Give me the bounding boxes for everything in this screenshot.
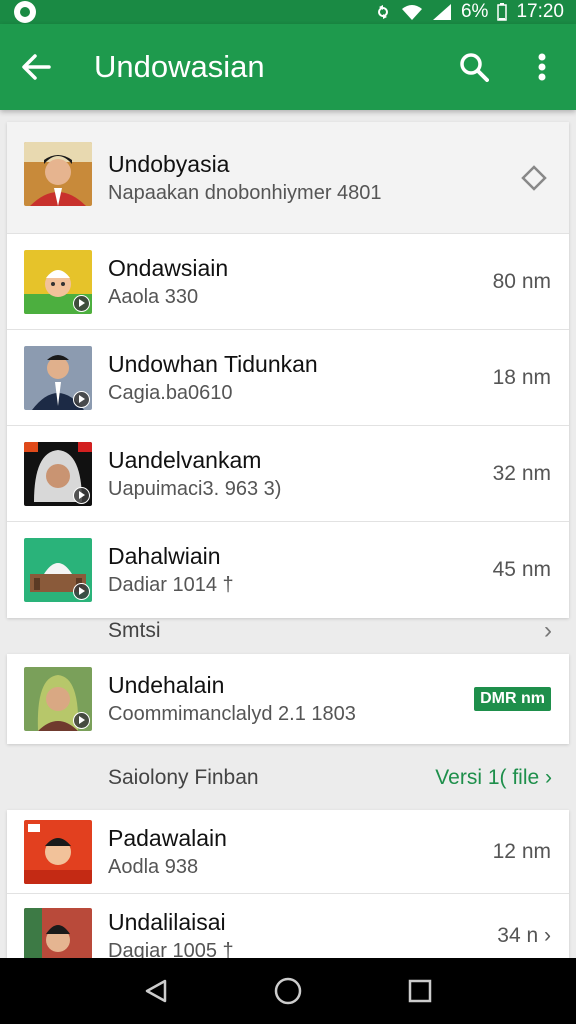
nav-back-icon xyxy=(145,979,167,1003)
diamond-icon[interactable] xyxy=(521,164,547,191)
search-icon xyxy=(460,53,489,82)
bottom-card: Padawalain Aodla 938 12 nm Undalilaisai … xyxy=(7,810,569,958)
item-distance: 45 nm xyxy=(492,558,551,581)
item-title: Undowhan Tidunkan xyxy=(108,350,318,377)
system-navigation-bar xyxy=(0,958,576,1024)
list-item[interactable]: Ondawsiain Aaola 330 80 nm xyxy=(7,234,569,330)
item-distance: 34 n › xyxy=(497,924,551,947)
header-title: Undobyasia xyxy=(108,150,230,177)
item-title: Dahalwiain xyxy=(108,543,221,569)
list-item[interactable]: Undalilaisai Daqiar 1005 † 34 n › xyxy=(7,894,569,958)
section-link[interactable]: Versi 1( file › xyxy=(435,766,552,790)
battery-level: 6% xyxy=(460,1,489,22)
play-badge-icon xyxy=(73,295,90,312)
list-item[interactable]: Undowhan Tidunkan Cagia.ba0610 18 nm xyxy=(7,330,569,426)
item-distance: 18 nm xyxy=(492,365,551,389)
header-thumbnail xyxy=(24,142,92,206)
back-button[interactable] xyxy=(0,24,72,110)
item-subtitle: Aodla 938 xyxy=(108,855,199,878)
item-distance: 80 nm xyxy=(492,269,551,293)
list-item[interactable]: Uandelvankam Uapuimaci3. 963 3) 32 nm xyxy=(7,426,569,522)
item-subtitle: Cagia.ba0610 xyxy=(108,381,233,404)
item-title: Undalilaisai xyxy=(108,909,226,935)
back-arrow-icon xyxy=(22,54,51,80)
play-badge-icon xyxy=(73,712,90,729)
wifi-icon xyxy=(401,5,422,20)
nav-recents-icon xyxy=(408,979,432,1003)
item-thumbnail xyxy=(24,346,92,410)
item-thumbnail xyxy=(24,250,92,314)
status-bar: 6% 17:20 xyxy=(0,0,576,24)
search-button[interactable] xyxy=(440,24,508,110)
section-title: Saiolony Finban xyxy=(108,766,259,789)
app-toolbar: Undowasian xyxy=(0,24,576,110)
list-item[interactable]: Dahalwiain Dadiar 1014 † 45 nm xyxy=(7,522,569,618)
item-distance: 12 nm xyxy=(492,839,551,863)
header-item[interactable]: Undobyasia Napaakan dnobonhiymer 4801 xyxy=(7,122,569,234)
item-thumbnail xyxy=(24,908,92,958)
nav-home-icon xyxy=(274,977,302,1005)
item-thumbnail xyxy=(24,820,92,884)
signal-icon xyxy=(432,4,451,20)
overflow-menu-button[interactable] xyxy=(508,24,576,110)
nav-home-button[interactable] xyxy=(256,958,320,1024)
play-badge-icon xyxy=(73,583,90,600)
item-thumbnail xyxy=(24,442,92,506)
nav-recents-button[interactable] xyxy=(388,958,452,1024)
section-header-smtsi[interactable]: Smtsi › xyxy=(0,606,576,656)
item-subtitle: Uapuimaci3. 963 3) xyxy=(108,477,282,500)
status-badge: DMR nm xyxy=(474,687,551,711)
list-item[interactable]: Padawalain Aodla 938 12 nm xyxy=(7,810,569,894)
item-title: Ondawsiain xyxy=(108,254,229,281)
app-notification-icon xyxy=(14,1,36,23)
header-subtitle: Napaakan dnobonhiymer 4801 xyxy=(108,181,382,204)
item-subtitle: Daqiar 1005 † xyxy=(108,940,234,958)
page-title: Undowasian xyxy=(94,49,265,84)
top-card: Undobyasia Napaakan dnobonhiymer 4801 On… xyxy=(7,122,569,618)
section-title: Smtsi xyxy=(108,619,161,642)
item-subtitle: Aaola 330 xyxy=(108,285,199,308)
item-title: Padawalain xyxy=(108,824,227,851)
item-thumbnail xyxy=(24,667,92,731)
more-vert-icon xyxy=(538,53,546,81)
item-title: Undehalain xyxy=(108,672,225,698)
play-badge-icon xyxy=(73,391,90,408)
play-badge-icon xyxy=(73,487,90,504)
nav-back-button[interactable] xyxy=(124,958,188,1024)
mid-card: Undehalain Coommimanclalyd 2.1 1803 DMR … xyxy=(7,654,569,744)
chevron-right-icon: › xyxy=(544,617,552,644)
item-thumbnail xyxy=(24,538,92,602)
list-item[interactable]: Undehalain Coommimanclalyd 2.1 1803 DMR … xyxy=(7,654,569,744)
battery-icon xyxy=(497,3,508,21)
item-subtitle: Dadiar 1014 † xyxy=(108,574,234,596)
sync-icon xyxy=(377,5,388,19)
item-subtitle: Coommimanclalyd 2.1 1803 xyxy=(108,703,356,725)
item-title: Uandelvankam xyxy=(108,446,262,473)
section-header-saiolony: Saiolony Finban Versi 1( file › xyxy=(0,752,576,804)
clock: 17:20 xyxy=(516,1,564,22)
item-distance: 32 nm xyxy=(492,461,551,485)
